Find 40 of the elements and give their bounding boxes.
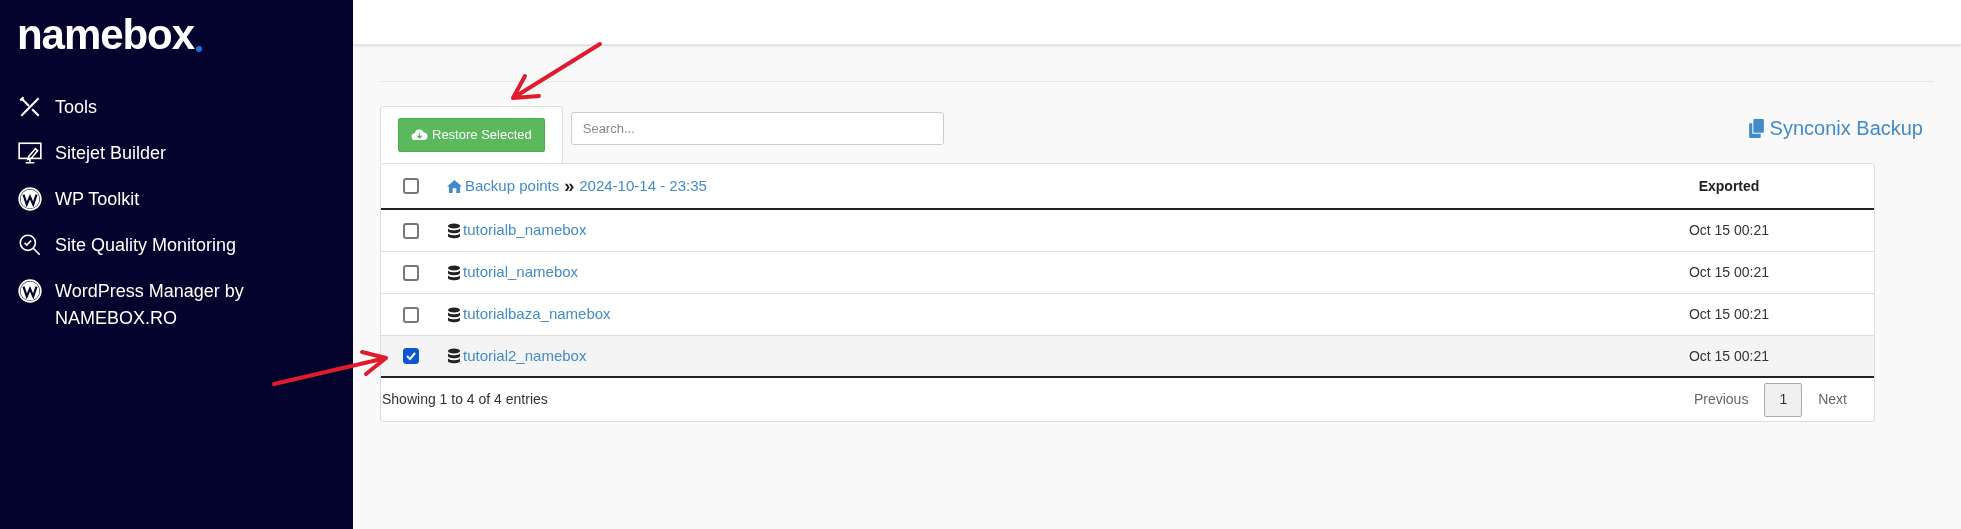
breadcrumb-separator: » <box>564 177 575 195</box>
home-icon <box>447 179 462 193</box>
sidebar-item[interactable]: WordPress Manager by NAMEBOX.RO <box>55 278 305 332</box>
table-cell-text: Oct 15 00:21 <box>1687 346 1771 366</box>
table-row[interactable]: tutorial2_namebox Oct 15 00:21 <box>381 336 1874 378</box>
checkbox[interactable] <box>403 348 419 364</box>
database-link[interactable]: tutorialb_namebox <box>463 219 587 242</box>
sidebar-item[interactable]: Sitejet Builder <box>55 140 305 167</box>
checkbox[interactable] <box>403 264 419 281</box>
sidebar-item[interactable]: Tools <box>55 94 305 121</box>
checkbox[interactable] <box>403 222 419 239</box>
sidebar-item[interactable]: Site Quality Monitoring <box>55 232 305 259</box>
breadcrumb-current[interactable]: 2024-10-14 - 23:35 <box>579 174 707 198</box>
wordpress-icon <box>17 186 43 212</box>
database-icon <box>447 348 461 364</box>
entries-info: Showing 1 to 4 of 4 entries <box>382 390 548 409</box>
database-icon <box>447 264 461 281</box>
database-link[interactable]: tutorialbaza_namebox <box>463 303 611 326</box>
wordpress-icon <box>17 278 43 304</box>
database-icon <box>447 306 461 323</box>
copy-icon <box>1747 118 1765 138</box>
breadcrumb-link[interactable]: Backup points <box>465 174 560 198</box>
search-field[interactable]: Search... <box>570 112 944 145</box>
table-cell-text: Oct 15 00:21 <box>1687 305 1771 324</box>
sidebar-item[interactable]: WP Toolkit <box>55 186 305 213</box>
table-cell-text: Oct 15 00:21 <box>1687 263 1771 282</box>
search-check-icon <box>17 232 43 258</box>
database-link[interactable]: tutorial_namebox <box>463 261 579 284</box>
database-icon <box>447 222 461 239</box>
logo[interactable]: namebox <box>17 14 353 56</box>
checkbox[interactable] <box>403 178 419 194</box>
pagination-button[interactable]: Next <box>1804 382 1861 417</box>
column-header: Exported <box>1697 176 1761 196</box>
brand-link[interactable]: Synconix Backup <box>1747 113 1923 143</box>
checkbox[interactable] <box>403 306 419 323</box>
pagination-button[interactable]: Previous <box>1679 382 1763 417</box>
monitor-pencil-icon <box>17 140 43 166</box>
cloud-download-icon <box>411 128 428 142</box>
table-cell-text: Oct 15 00:21 <box>1687 221 1771 240</box>
pagination-button[interactable]: 1 <box>1764 382 1803 417</box>
